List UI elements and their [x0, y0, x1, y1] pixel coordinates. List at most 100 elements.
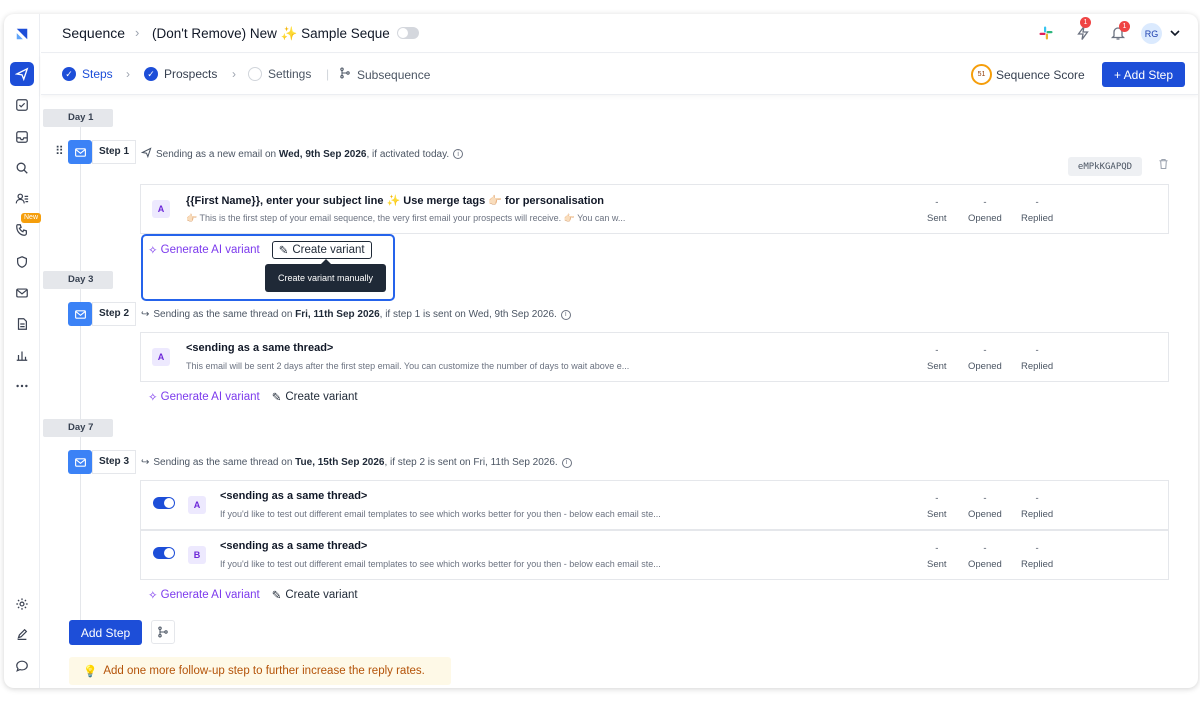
- variant-card[interactable]: A <sending as a same thread> This email …: [140, 332, 1169, 382]
- breadcrumb-sequence[interactable]: Sequence: [62, 25, 125, 41]
- add-step-button[interactable]: Add Step: [69, 620, 142, 645]
- pencil-icon: ✎: [271, 590, 282, 602]
- step-desc-pre: Sending as a new email on: [156, 148, 279, 160]
- sparkle-icon: ✧: [148, 245, 158, 257]
- add-step-button-top[interactable]: + Add Step: [1102, 62, 1185, 87]
- step-label: Step 1: [92, 140, 137, 164]
- tab-prospects-label: Prospects: [164, 67, 218, 81]
- templates-document-icon[interactable]: [10, 312, 34, 336]
- generate-ai-variant-link[interactable]: ✧ Generate AI variant: [148, 588, 260, 602]
- steps-timeline: Day 1 ⠿ Step 1 Sending as a new email on…: [41, 96, 1198, 688]
- variant-b-toggle[interactable]: [153, 547, 175, 559]
- empty-circle-icon: [248, 67, 262, 81]
- variant-preview: This email will be sent 2 days after the…: [186, 361, 630, 371]
- check-icon: ✓: [144, 67, 158, 81]
- opened-stat: - Opened: [968, 543, 1002, 570]
- send-icon: [140, 147, 152, 161]
- day-label: Day 7: [43, 419, 113, 437]
- email-step-icon: [68, 302, 92, 326]
- trash-icon[interactable]: [1157, 157, 1170, 174]
- tab-subsequence[interactable]: Subsequence: [339, 67, 430, 82]
- settings-gear-icon[interactable]: [10, 592, 34, 616]
- sequences-send-icon[interactable]: [10, 62, 34, 86]
- check-icon: ✓: [62, 67, 76, 81]
- bell-count-badge: 1: [1119, 21, 1130, 32]
- sequence-title[interactable]: (Don't Remove) New ✨ Sample Seque: [152, 26, 390, 42]
- replied-stat: - Replied: [1021, 197, 1054, 224]
- sparkle-icon: ✧: [148, 590, 158, 602]
- more-icon[interactable]: [10, 374, 34, 398]
- info-icon[interactable]: i: [453, 149, 464, 159]
- mail-icon[interactable]: [10, 281, 34, 305]
- step-description: ↪ Sending as the same thread on Fri, 11t…: [141, 309, 571, 320]
- email-step-icon: [68, 140, 92, 164]
- user-avatar[interactable]: RG: [1141, 23, 1162, 44]
- opened-stat: - Opened: [968, 493, 1002, 520]
- info-icon[interactable]: i: [560, 309, 571, 320]
- tasks-checkbox-icon[interactable]: [10, 93, 34, 117]
- search-icon[interactable]: [10, 156, 34, 180]
- follow-up-tip: 💡 Add one more follow-up step to further…: [69, 657, 451, 685]
- inbox-icon[interactable]: [10, 125, 34, 149]
- shield-icon[interactable]: [10, 250, 34, 274]
- variant-badge: A: [188, 496, 206, 514]
- slack-icon[interactable]: [1037, 24, 1055, 42]
- timeline-line: [80, 126, 81, 626]
- breadcrumb-chevron-icon: ›: [135, 25, 140, 40]
- sent-stat: - Sent: [927, 197, 947, 224]
- sequence-active-toggle[interactable]: [397, 27, 419, 39]
- add-subsequence-branch-button[interactable]: [151, 620, 175, 644]
- variant-subject: {{First Name}}, enter your subject line …: [186, 195, 605, 207]
- variant-subject: <sending as a same thread>: [220, 540, 368, 552]
- variant-badge: A: [152, 348, 170, 366]
- tab-steps[interactable]: ✓ Steps: [62, 67, 113, 81]
- tab-prospects[interactable]: ✓ Prospects: [144, 67, 217, 81]
- create-variant-link[interactable]: ✎ Create variant: [272, 588, 358, 602]
- step-desc-post: , if activated today.: [366, 148, 450, 160]
- sent-stat: - Sent: [927, 543, 947, 570]
- variant-badge: A: [152, 200, 170, 218]
- prospects-list-icon[interactable]: [10, 187, 34, 211]
- left-rail: New: [4, 14, 42, 688]
- analytics-chart-icon[interactable]: [10, 343, 34, 367]
- step-label: Step 3: [92, 450, 137, 474]
- create-variant-link[interactable]: ✎ Create variant: [271, 241, 372, 259]
- branch-icon: [158, 626, 168, 638]
- opened-stat: - Opened: [968, 197, 1002, 224]
- tab-steps-label: Steps: [82, 67, 113, 81]
- replied-stat: - Replied: [1021, 543, 1054, 570]
- logo-icon[interactable]: [10, 22, 34, 46]
- replied-stat: - Replied: [1021, 345, 1054, 372]
- step-code-chip[interactable]: eMPkKGAPQD: [1068, 157, 1142, 176]
- calls-phone-icon[interactable]: [10, 218, 34, 242]
- step-tabs-bar: ✓ Steps › ✓ Prospects › Settings | Subse…: [41, 54, 1198, 95]
- day-label: Day 1: [43, 109, 113, 127]
- chat-icon[interactable]: [10, 654, 34, 678]
- sparkle-icon: ✧: [148, 392, 158, 404]
- create-variant-link[interactable]: ✎ Create variant: [272, 390, 358, 404]
- tab-subsequence-label: Subsequence: [357, 67, 431, 82]
- step-send-date: Wed, 9th Sep 2026: [278, 148, 367, 160]
- app-window: New Sequence › (Don't Remove) New ✨ Samp…: [4, 14, 1198, 688]
- variant-card[interactable]: A {{First Name}}, enter your subject lin…: [140, 184, 1169, 234]
- sequence-score-label[interactable]: Sequence Score: [996, 68, 1085, 82]
- tab-divider: |: [326, 67, 330, 81]
- variant-card[interactable]: B <sending as a same thread> If you'd li…: [140, 530, 1169, 580]
- step-description: ↪ Sending as the same thread on Tue, 15t…: [141, 457, 572, 468]
- chevron-down-icon[interactable]: [1166, 24, 1184, 42]
- feedback-edit-icon[interactable]: [10, 623, 34, 647]
- variant-card[interactable]: A <sending as a same thread> If you'd li…: [140, 480, 1169, 530]
- create-variant-tooltip: Create variant manually: [265, 259, 386, 292]
- pencil-icon: ✎: [278, 245, 289, 257]
- generate-ai-variant-link[interactable]: ✧ Generate AI variant: [148, 390, 260, 404]
- opened-stat: - Opened: [968, 345, 1002, 372]
- info-icon[interactable]: i: [561, 457, 572, 468]
- variant-subject: <sending as a same thread>: [186, 342, 334, 354]
- drag-handle-icon[interactable]: ⠿: [55, 144, 64, 158]
- generate-ai-variant-link[interactable]: ✧ Generate AI variant: [148, 243, 260, 257]
- variant-a-toggle[interactable]: [153, 497, 175, 509]
- tab-settings[interactable]: Settings: [248, 67, 311, 81]
- email-step-icon: [68, 450, 92, 474]
- variant-actions: ✧ Generate AI variant ✎ Create variant: [148, 241, 372, 259]
- variant-preview: 👉🏻 This is the first step of your email …: [186, 213, 626, 223]
